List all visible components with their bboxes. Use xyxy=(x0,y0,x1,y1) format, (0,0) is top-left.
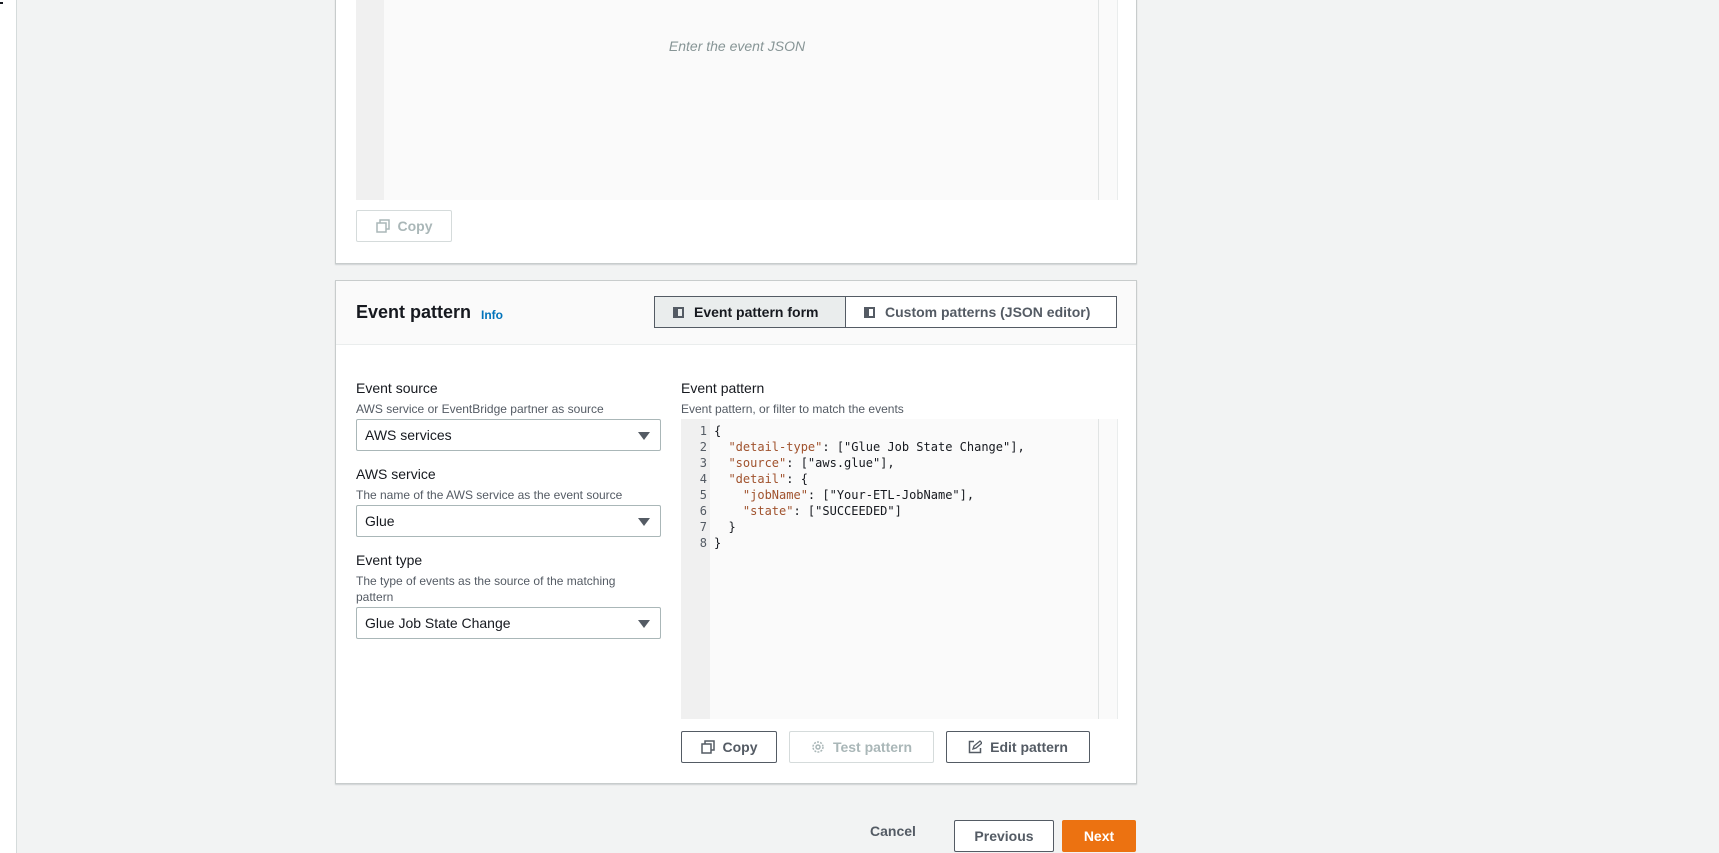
json-key: "jobName" xyxy=(714,488,808,502)
edit-icon xyxy=(968,740,983,754)
tab-label: Event pattern form xyxy=(694,304,819,320)
json-value: : ["SUCCEEDED"] xyxy=(793,504,902,518)
line-number: 3 xyxy=(699,456,707,470)
json-value: : { xyxy=(786,472,808,486)
sample-event-editor[interactable]: Enter the event JSON xyxy=(356,0,1118,200)
select-value: Glue Job State Change xyxy=(365,615,511,631)
event-source-description: AWS service or EventBridge partner as so… xyxy=(356,402,604,416)
sample-copy-button[interactable]: Copy xyxy=(356,210,452,242)
event-source-label: Event source xyxy=(356,380,438,396)
code-line: "source": ["aws.glue"], xyxy=(714,456,895,470)
pattern-copy-button[interactable]: Copy xyxy=(681,731,777,763)
code-line: } xyxy=(714,536,721,550)
code-line: "detail": { xyxy=(714,472,808,486)
json-key: "source" xyxy=(714,456,787,470)
json-key: "state" xyxy=(714,504,794,518)
caret-down-icon xyxy=(638,620,650,628)
json-value: } xyxy=(714,520,736,534)
event-pattern-panel: Event pattern Info Event pattern form Cu… xyxy=(335,280,1137,784)
json-value: : ["Glue Job State Change"], xyxy=(822,440,1025,454)
nav-marker xyxy=(0,2,3,4)
edit-pattern-label: Edit pattern xyxy=(990,739,1068,755)
json-key: "detail" xyxy=(714,472,787,486)
panel-header: Event pattern Info Event pattern form Cu… xyxy=(336,281,1136,345)
aws-service-select[interactable]: Glue xyxy=(356,505,661,537)
tab-label: Custom patterns (JSON editor) xyxy=(885,304,1091,320)
left-nav-strip xyxy=(0,0,17,853)
sample-event-panel: Enter the event JSON Copy xyxy=(335,0,1137,264)
json-key: "detail-type" xyxy=(714,440,823,454)
line-number: 6 xyxy=(699,504,707,518)
edit-pattern-button[interactable]: Edit pattern xyxy=(946,731,1090,763)
line-number: 2 xyxy=(699,440,707,454)
test-pattern-label: Test pattern xyxy=(832,739,913,755)
editor-scroll-divider xyxy=(1098,0,1099,200)
line-number: 8 xyxy=(699,536,707,550)
tab-custom-patterns[interactable]: Custom patterns (JSON editor) xyxy=(845,296,1117,328)
json-value: { xyxy=(714,424,722,438)
json-value: : ["Your-ETL-JobName"], xyxy=(807,488,975,502)
event-pattern-description: Event pattern, or filter to match the ev… xyxy=(681,402,904,416)
code-scroll-divider xyxy=(1098,419,1099,719)
event-type-description: The type of events as the source of the … xyxy=(356,574,616,604)
json-value: : ["aws.glue"], xyxy=(786,456,895,470)
previous-button[interactable]: Previous xyxy=(954,820,1054,852)
json-value: } xyxy=(714,536,722,550)
event-pattern-code-view[interactable]: 1 {2 "detail-type": ["Glue Job State Chan… xyxy=(681,419,1118,719)
next-button[interactable]: Next xyxy=(1062,820,1136,852)
json-editor-icon xyxy=(864,306,875,318)
editor-placeholder: Enter the event JSON xyxy=(668,38,806,54)
copy-label: Copy xyxy=(397,218,433,234)
tab-event-pattern-form[interactable]: Event pattern form xyxy=(654,296,846,328)
form-icon xyxy=(673,306,684,318)
code-line: } xyxy=(714,520,736,534)
event-source-select[interactable]: AWS services xyxy=(356,419,661,451)
aws-service-label: AWS service xyxy=(356,466,436,482)
select-value: AWS services xyxy=(365,427,452,443)
aws-service-description: The name of the AWS service as the event… xyxy=(356,488,623,502)
code-line: "state": ["SUCCEEDED"] xyxy=(714,504,902,518)
line-number: 1 xyxy=(699,424,707,438)
caret-down-icon xyxy=(638,432,650,440)
code-line: { xyxy=(714,424,721,438)
line-number: 5 xyxy=(699,488,707,502)
cancel-button[interactable]: Cancel xyxy=(870,823,916,839)
caret-down-icon xyxy=(638,518,650,526)
test-pattern-button[interactable]: Test pattern xyxy=(789,731,934,763)
event-pattern-label: Event pattern xyxy=(681,380,765,396)
gear-icon xyxy=(812,741,824,753)
editor-gutter xyxy=(356,0,384,200)
event-type-label: Event type xyxy=(356,552,423,568)
code-line: "detail-type": ["Glue Job State Change"]… xyxy=(714,440,1025,454)
code-line: "jobName": ["Your-ETL-JobName"], xyxy=(714,488,974,502)
copy-icon xyxy=(375,219,390,233)
line-number: 4 xyxy=(699,472,707,486)
panel-title: Event pattern xyxy=(356,302,472,322)
event-type-select[interactable]: Glue Job State Change xyxy=(356,607,661,639)
copy-icon xyxy=(700,740,715,754)
select-value: Glue xyxy=(365,513,395,529)
info-link[interactable]: Info xyxy=(481,308,503,322)
copy-label: Copy xyxy=(722,739,758,755)
line-number: 7 xyxy=(699,520,707,534)
